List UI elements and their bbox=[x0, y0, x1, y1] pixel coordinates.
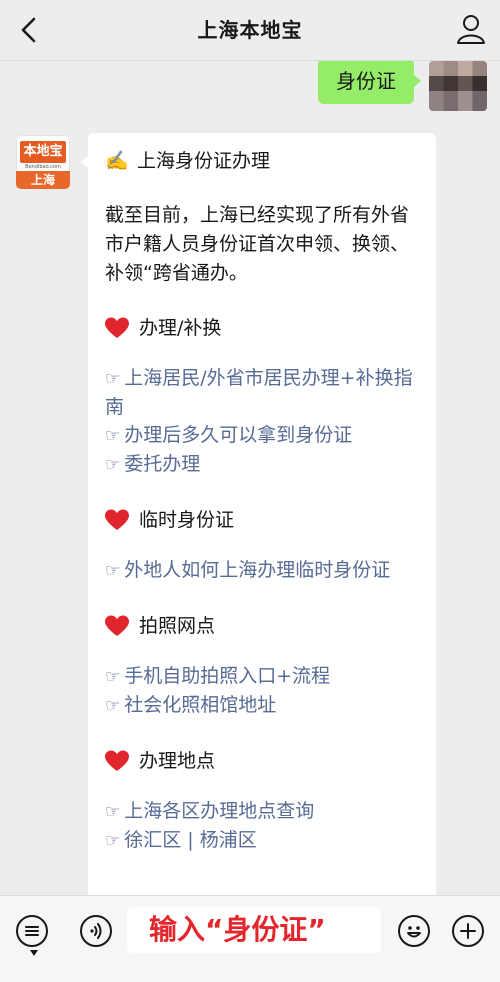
bot-avatar-city: 上海 bbox=[16, 171, 70, 189]
section-heading: 拍照网点 bbox=[105, 612, 423, 640]
pointing-hand-icon: ☞ bbox=[105, 696, 121, 716]
article-link-text: 社会化照相馆地址 bbox=[124, 694, 277, 716]
heart-icon bbox=[105, 750, 129, 771]
writing-hand-icon: ✍️ bbox=[105, 150, 129, 172]
article-link[interactable]: ☞ 手机自助拍照入口+流程 bbox=[105, 662, 423, 691]
chat-title: 上海本地宝 bbox=[197, 18, 303, 42]
article-link-text: 外地人如何上海办理临时身份证 bbox=[124, 559, 391, 581]
emoji-icon[interactable] bbox=[398, 915, 430, 947]
switch-caret-icon bbox=[30, 950, 38, 956]
section-title: 临时身份证 bbox=[139, 509, 235, 531]
article-link[interactable]: ☞ 上海居民/外省市居民办理+补换指南 bbox=[105, 364, 423, 421]
user-message-bubble[interactable]: 身份证 bbox=[318, 61, 421, 104]
article-link[interactable]: ☞ 上海各区办理地点查询 bbox=[105, 797, 423, 826]
article-link-text: 办理后多久可以拿到身份证 bbox=[124, 424, 353, 446]
pointing-hand-icon: ☞ bbox=[105, 455, 121, 475]
bot-message-content: ✍️ 上海身份证办理 截至目前，上海已经实现了所有外省市户籍人员身份证首次申领、… bbox=[105, 147, 423, 882]
bot-message-bubble: ✍️ 上海身份证办理 截至目前，上海已经实现了所有外省市户籍人员身份证首次申领、… bbox=[81, 133, 436, 895]
user-avatar[interactable] bbox=[429, 61, 487, 111]
bot-avatar-domain: Bendibao.com bbox=[25, 164, 61, 170]
section-links: ☞ 手机自助拍照入口+流程 ☞ 社会化照相馆地址 bbox=[105, 662, 423, 720]
reply-sections: 办理/补换 ☞ 上海居民/外省市居民办理+补换指南 ☞ 办理后多久可以拿到身份证 ☞ 委托办… bbox=[105, 314, 423, 855]
top-bar: 上海本地宝 bbox=[0, 0, 500, 61]
article-link[interactable]: ☞ 徐汇区 | 杨浦区 bbox=[105, 826, 423, 855]
section-heading: 临时身份证 bbox=[105, 506, 423, 534]
section-title: 办理地点 bbox=[139, 750, 216, 772]
heart-icon bbox=[105, 317, 129, 338]
article-link-text: 上海居民/外省市居民办理+补换指南 bbox=[105, 367, 413, 418]
pointing-hand-icon: ☞ bbox=[105, 561, 121, 581]
section-heading: 办理/补换 bbox=[105, 314, 423, 342]
article-link[interactable]: ☞ 社会化照相馆地址 bbox=[105, 691, 423, 720]
section-links: ☞ 外地人如何上海办理临时身份证 bbox=[105, 556, 423, 585]
reply-intro: 截至目前，上海已经实现了所有外省市户籍人员身份证首次申领、换领、补领“跨省通办。 bbox=[105, 204, 410, 284]
article-link-text: 徐汇区 | 杨浦区 bbox=[124, 829, 257, 851]
section-title: 办理/补换 bbox=[139, 317, 222, 339]
section-title: 拍照网点 bbox=[139, 615, 216, 637]
chat-area[interactable]: 身份证 本地宝 Bendibao.com 上海 ✍️ 上海身份证办理 截至目前，… bbox=[0, 61, 500, 895]
bot-avatar-brand: 本地宝 bbox=[20, 141, 66, 163]
voice-keyboard-icon[interactable] bbox=[16, 915, 48, 947]
article-link[interactable]: ☞ 委托办理 bbox=[105, 450, 423, 479]
pointing-hand-icon: ☞ bbox=[105, 369, 121, 389]
section-links: ☞ 上海各区办理地点查询 ☞ 徐汇区 | 杨浦区 bbox=[105, 797, 423, 855]
article-link[interactable]: ☞ 办理后多久可以拿到身份证 bbox=[105, 421, 423, 450]
section-links: ☞ 上海居民/外省市居民办理+补换指南 ☞ 办理后多久可以拿到身份证 ☞ 委托办理 bbox=[105, 364, 423, 479]
section-heading: 办理地点 bbox=[105, 747, 423, 775]
article-link-text: 上海各区办理地点查询 bbox=[124, 800, 315, 822]
pointing-hand-icon: ☞ bbox=[105, 426, 121, 446]
article-link-text: 手机自助拍照入口+流程 bbox=[124, 665, 331, 687]
article-link[interactable]: ☞ 外地人如何上海办理临时身份证 bbox=[105, 556, 423, 585]
voice-icon[interactable] bbox=[80, 915, 112, 947]
article-link-text: 委托办理 bbox=[124, 453, 201, 475]
heart-icon bbox=[105, 509, 129, 530]
message-input[interactable]: 输入“身份证” bbox=[127, 907, 381, 953]
reply-heading-text: 上海身份证办理 bbox=[137, 150, 271, 172]
add-icon[interactable] bbox=[452, 915, 484, 947]
pointing-hand-icon: ☞ bbox=[105, 831, 121, 851]
pointing-hand-icon: ☞ bbox=[105, 667, 121, 687]
bot-avatar[interactable]: 本地宝 Bendibao.com 上海 bbox=[16, 135, 70, 189]
heart-icon bbox=[105, 615, 129, 636]
pointing-hand-icon: ☞ bbox=[105, 802, 121, 822]
profile-icon[interactable] bbox=[454, 12, 488, 46]
reply-heading: ✍️ 上海身份证办理 bbox=[105, 147, 423, 175]
input-bar: 输入“身份证” bbox=[0, 895, 500, 982]
